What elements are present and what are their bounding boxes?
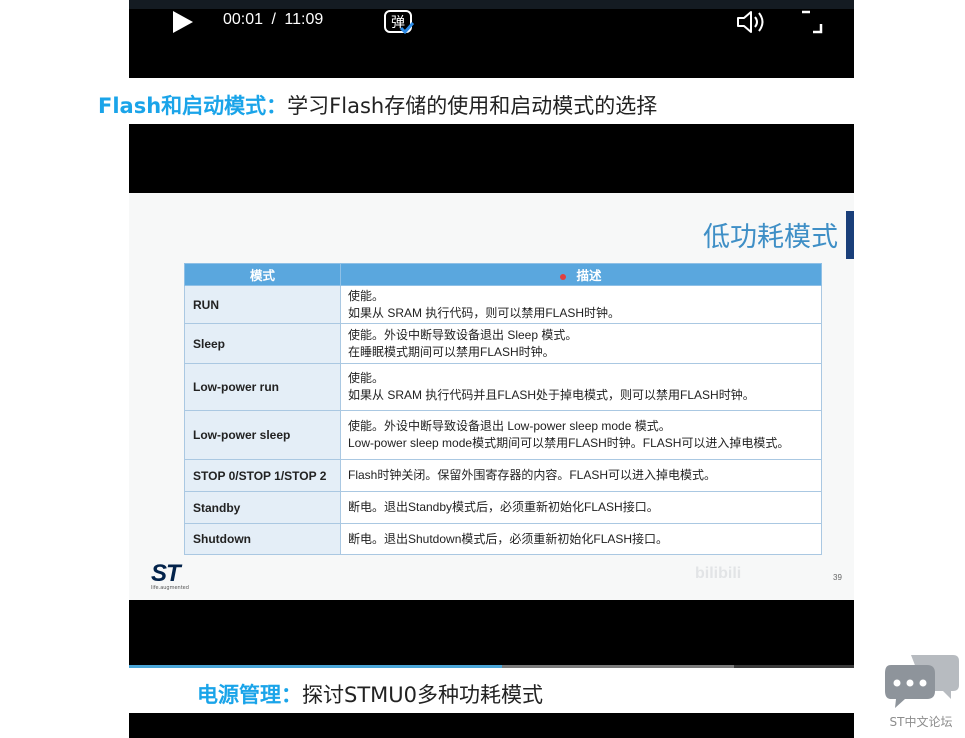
mode-name: Standby (184, 491, 341, 524)
low-power-modes-table: 模式 描述 RUN 使能。 如果从 SRAM 执行代码，则可以禁用FLASH时钟。… (184, 263, 822, 555)
laser-pointer-dot (560, 273, 567, 280)
slide-heading: 低功耗模式 (703, 222, 838, 253)
forum-chat-widget[interactable]: ST中文论坛 (881, 651, 961, 733)
slide-accent-bar (846, 211, 854, 259)
table-row: Low-power sleep 使能。外设中断导致设备退出 Low-power … (184, 410, 822, 460)
danmaku-toggle-button[interactable]: 弹 (383, 6, 415, 36)
mode-description: 使能。外设中断导致设备退出 Sleep 模式。 在睡眠模式期间可以禁用FLASH时… (340, 323, 822, 364)
section-title-highlight: 电源管理： (197, 683, 302, 707)
mode-description: 断电。退出Shutdown模式后，必须重新初始化FLASH接口。 (340, 523, 822, 555)
progress-buffered (502, 665, 734, 668)
mode-name: Shutdown (184, 523, 341, 555)
st-logo-mark: ST (151, 560, 181, 587)
play-icon[interactable] (169, 8, 197, 36)
section-title-description: 学习Flash存储的使用和启动模式的选择 (287, 94, 658, 118)
fullscreen-icon[interactable] (799, 9, 825, 35)
table-row: Standby 断电。退出Standby模式后，必须重新初始化FLASH接口。 (184, 491, 822, 524)
mode-description: 使能。外设中断导致设备退出 Low-power sleep mode 模式。 Lo… (340, 410, 822, 460)
table-row: Sleep 使能。外设中断导致设备退出 Sleep 模式。 在睡眠模式期间可以禁用… (184, 323, 822, 364)
chat-bubbles-icon (885, 655, 959, 708)
section-title-power: 电源管理：探讨STMU0多种功耗模式 (197, 679, 543, 709)
total-time: 11:09 (284, 11, 324, 28)
table-row: Low-power run 使能。 如果从 SRAM 执行代码并且FLASH处于掉… (184, 363, 822, 411)
mode-name: RUN (184, 285, 341, 324)
current-time: 00:01 (223, 11, 264, 28)
mode-name: Sleep (184, 323, 341, 364)
table-header-description-label: 描述 (576, 269, 602, 283)
time-separator: / (271, 11, 276, 28)
video-player-next[interactable] (129, 713, 854, 738)
section-title-highlight: Flash和启动模式： (98, 94, 288, 118)
video-player-top: 00:01 / 11:09 弹 (129, 0, 854, 78)
table-row: STOP 0/STOP 1/STOP 2 Flash时钟关闭。保留外围寄存器的内… (184, 459, 822, 492)
chat-widget-label: ST中文论坛 (889, 715, 953, 729)
volume-icon[interactable] (735, 7, 767, 37)
mode-name: Low-power sleep (184, 410, 341, 460)
slide-page-number: 39 (833, 573, 842, 582)
video-player-main[interactable]: 低功耗模式 模式 描述 RUN 使能。 如果从 SRAM 执行代码，则可以禁用FL… (129, 124, 854, 668)
table-row: RUN 使能。 如果从 SRAM 执行代码，则可以禁用FLASH时钟。 (184, 285, 822, 324)
bilibili-watermark: bilibili (695, 565, 742, 582)
section-title-description: 探讨STMU0多种功耗模式 (302, 683, 544, 707)
video-frame-slide: 低功耗模式 模式 描述 RUN 使能。 如果从 SRAM 执行代码，则可以禁用FL… (129, 193, 854, 600)
time-display: 00:01 / 11:09 (223, 11, 323, 29)
mode-description: 断电。退出Standby模式后，必须重新初始化FLASH接口。 (340, 491, 822, 524)
progress-played (129, 665, 502, 668)
table-header-description: 描述 (340, 263, 822, 286)
st-logo-tagline: life.augmented (151, 585, 189, 591)
mode-description: 使能。 如果从 SRAM 执行代码并且FLASH处于掉电模式，则可以禁用FLASH… (340, 363, 822, 411)
mode-description: Flash时钟关闭。保留外围寄存器的内容。FLASH可以进入掉电模式。 (340, 459, 822, 492)
mode-name: STOP 0/STOP 1/STOP 2 (184, 459, 341, 492)
mode-name: Low-power run (184, 363, 341, 411)
mode-description: 使能。 如果从 SRAM 执行代码，则可以禁用FLASH时钟。 (340, 285, 822, 324)
section-title-flash: Flash和启动模式：学习Flash存储的使用和启动模式的选择 (98, 90, 657, 120)
table-header-mode: 模式 (184, 263, 341, 286)
table-row: Shutdown 断电。退出Shutdown模式后，必须重新初始化FLASH接口… (184, 523, 822, 555)
table-header-row: 模式 描述 (184, 263, 822, 286)
st-logo: ST life.augmented (151, 560, 195, 593)
video-progress-bar[interactable] (129, 665, 854, 668)
